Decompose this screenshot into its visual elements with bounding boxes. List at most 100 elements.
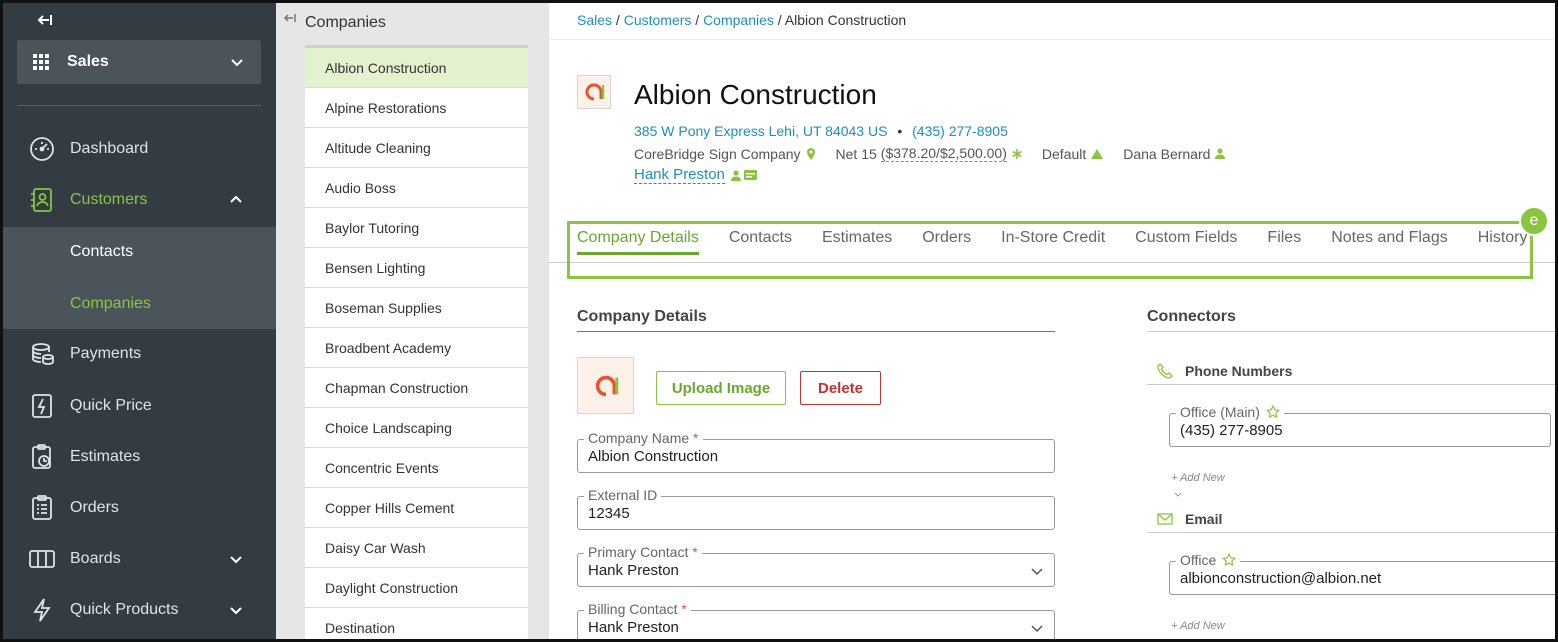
upload-image-button[interactable]: Upload Image: [656, 371, 786, 405]
company-address-link[interactable]: 385 W Pony Express Lehi, UT 84043 US: [634, 123, 887, 139]
delete-image-button[interactable]: Delete: [800, 371, 881, 405]
sidebar-item-boards[interactable]: Boards: [3, 534, 276, 584]
phone-numbers-header: Phone Numbers: [1147, 363, 1292, 379]
list-item[interactable]: Bensen Lighting: [305, 248, 528, 288]
list-item[interactable]: Audio Boss: [305, 168, 528, 208]
sidebar-item-orders[interactable]: Orders: [3, 483, 276, 533]
breadcrumb-sales[interactable]: Sales: [577, 12, 612, 28]
company-logo: [577, 75, 611, 109]
breadcrumb-customers[interactable]: Customers: [624, 12, 692, 28]
chevron-down-icon: [1031, 625, 1043, 633]
field-label: Primary Contact *: [584, 545, 702, 559]
location-item: CoreBridge Sign Company: [634, 146, 816, 162]
primary-contact-link[interactable]: Hank Preston: [634, 166, 725, 184]
envelope-icon: [1157, 513, 1173, 525]
field-value: (435) 277-8905: [1180, 422, 1283, 439]
breadcrumb-companies[interactable]: Companies: [703, 12, 774, 28]
salesperson-text: Dana Bernard: [1123, 145, 1211, 162]
list-item[interactable]: Broadbent Academy: [305, 328, 528, 368]
quick-price-icon: [32, 394, 52, 418]
breadcrumb: Sales / Customers / Companies / Albion C…: [577, 12, 906, 28]
module-label: Sales: [67, 53, 109, 70]
chevron-down-icon: [230, 607, 242, 615]
primary-contact-select[interactable]: Primary Contact * Hank Preston: [577, 545, 1055, 587]
connectors-title: Connectors: [1147, 308, 1236, 325]
sidebar-item-label: Quick Price: [70, 397, 152, 414]
required-marker: *: [693, 430, 699, 446]
sidebar-item-label: Quick Products: [70, 601, 179, 618]
list-item[interactable]: Choice Landscaping: [305, 408, 528, 448]
external-id-field[interactable]: External ID 12345: [577, 488, 1055, 530]
payments-coins-icon: [32, 343, 54, 365]
page-title: Albion Construction: [634, 79, 877, 110]
field-label-text: Company Name: [588, 430, 690, 446]
list-item[interactable]: Chapman Construction: [305, 368, 528, 408]
primary-contact: Hank Preston: [634, 166, 757, 184]
contact-card-icon: [743, 170, 757, 180]
companies-list: Albion Construction Alpine Restorations …: [305, 45, 528, 639]
sidebar-item-estimates[interactable]: Estimates: [3, 432, 276, 482]
salesperson-item: Dana Bernard: [1123, 145, 1226, 162]
person-icon: [730, 169, 741, 181]
sidebar-subitem-companies[interactable]: Companies: [70, 295, 151, 313]
location-text: CoreBridge Sign Company: [634, 145, 801, 162]
required-marker: *: [681, 601, 687, 617]
section-divider: [1147, 331, 1555, 332]
sidebar-item-quick-products[interactable]: Quick Products: [3, 585, 276, 635]
sidebar-item-dashboard[interactable]: Dashboard: [3, 124, 276, 174]
connector-divider: [1147, 384, 1555, 385]
sidebar-item-label: Orders: [70, 499, 119, 516]
company-logo-mark-icon: [595, 375, 618, 396]
breadcrumb-current: Albion Construction: [784, 12, 907, 28]
list-item[interactable]: Destination: [305, 608, 528, 639]
connector-divider: [1147, 532, 1555, 533]
chevron-down-icon: [1031, 568, 1043, 576]
list-item[interactable]: Baylor Tutoring: [305, 208, 528, 248]
breadcrumb-separator: /: [777, 12, 782, 28]
field-label-text: Office: [1180, 552, 1217, 568]
callout-badge: e: [1519, 206, 1549, 236]
breadcrumb-divider: [549, 39, 1555, 40]
list-item[interactable]: Copper Hills Cement: [305, 488, 528, 528]
field-label-text: Office (Main): [1180, 404, 1260, 420]
billing-contact-select[interactable]: Billing Contact * Hank Preston: [577, 602, 1055, 639]
add-new-phone-link[interactable]: + Add New: [1171, 472, 1225, 484]
list-item[interactable]: Albion Construction: [305, 48, 528, 88]
field-value: 12345: [588, 505, 630, 522]
sidebar-subitem-contacts[interactable]: Contacts: [70, 243, 133, 261]
company-logo-mark-icon: [585, 83, 605, 101]
sidebar-item-label: Estimates: [70, 448, 141, 465]
list-item[interactable]: Daylight Construction: [305, 568, 528, 608]
app-window: Sales Dashboard Customers Contacts Compa…: [0, 0, 1558, 642]
breadcrumb-separator: /: [695, 12, 700, 28]
estimates-clipboard-icon: [32, 444, 51, 469]
field-label-text: Primary Contact: [588, 544, 689, 560]
add-new-email-link[interactable]: + Add New: [1171, 620, 1225, 632]
module-selector[interactable]: Sales: [17, 40, 261, 84]
list-item[interactable]: Altitude Cleaning: [305, 128, 528, 168]
credit-text[interactable]: ($378.20/$2,500.00): [880, 145, 1007, 162]
office-email-field[interactable]: Office albionconstruction@albion.net: [1169, 553, 1555, 595]
collapse-sidebar-icon[interactable]: [36, 11, 54, 29]
office-main-phone-field[interactable]: Office (Main) (435) 277-8905: [1169, 405, 1551, 447]
field-label: Office: [1176, 552, 1241, 568]
company-name-field[interactable]: Company Name * Albion Construction: [577, 431, 1055, 473]
sidebar-item-label: Payments: [70, 345, 142, 362]
chevron-up-icon: [230, 195, 242, 203]
sidebar-item-customers[interactable]: Customers: [3, 175, 276, 225]
star-outline-icon[interactable]: [1265, 405, 1280, 419]
chevron-down-icon: [1174, 492, 1182, 497]
company-image-preview: [577, 357, 634, 414]
phone-icon: [1157, 363, 1173, 379]
email-title: Email: [1185, 511, 1223, 527]
list-item[interactable]: Boseman Supplies: [305, 288, 528, 328]
collapse-list-icon[interactable]: [282, 11, 296, 25]
field-value: Hank Preston: [588, 562, 679, 579]
list-item[interactable]: Alpine Restorations: [305, 88, 528, 128]
company-phone-link[interactable]: (435) 277-8905: [912, 123, 1008, 139]
sidebar-item-payments[interactable]: Payments: [3, 329, 276, 379]
sidebar-item-quick-price[interactable]: Quick Price: [3, 381, 276, 431]
list-item[interactable]: Daisy Car Wash: [305, 528, 528, 568]
list-item[interactable]: Concentric Events: [305, 448, 528, 488]
star-outline-icon[interactable]: [1222, 553, 1237, 567]
